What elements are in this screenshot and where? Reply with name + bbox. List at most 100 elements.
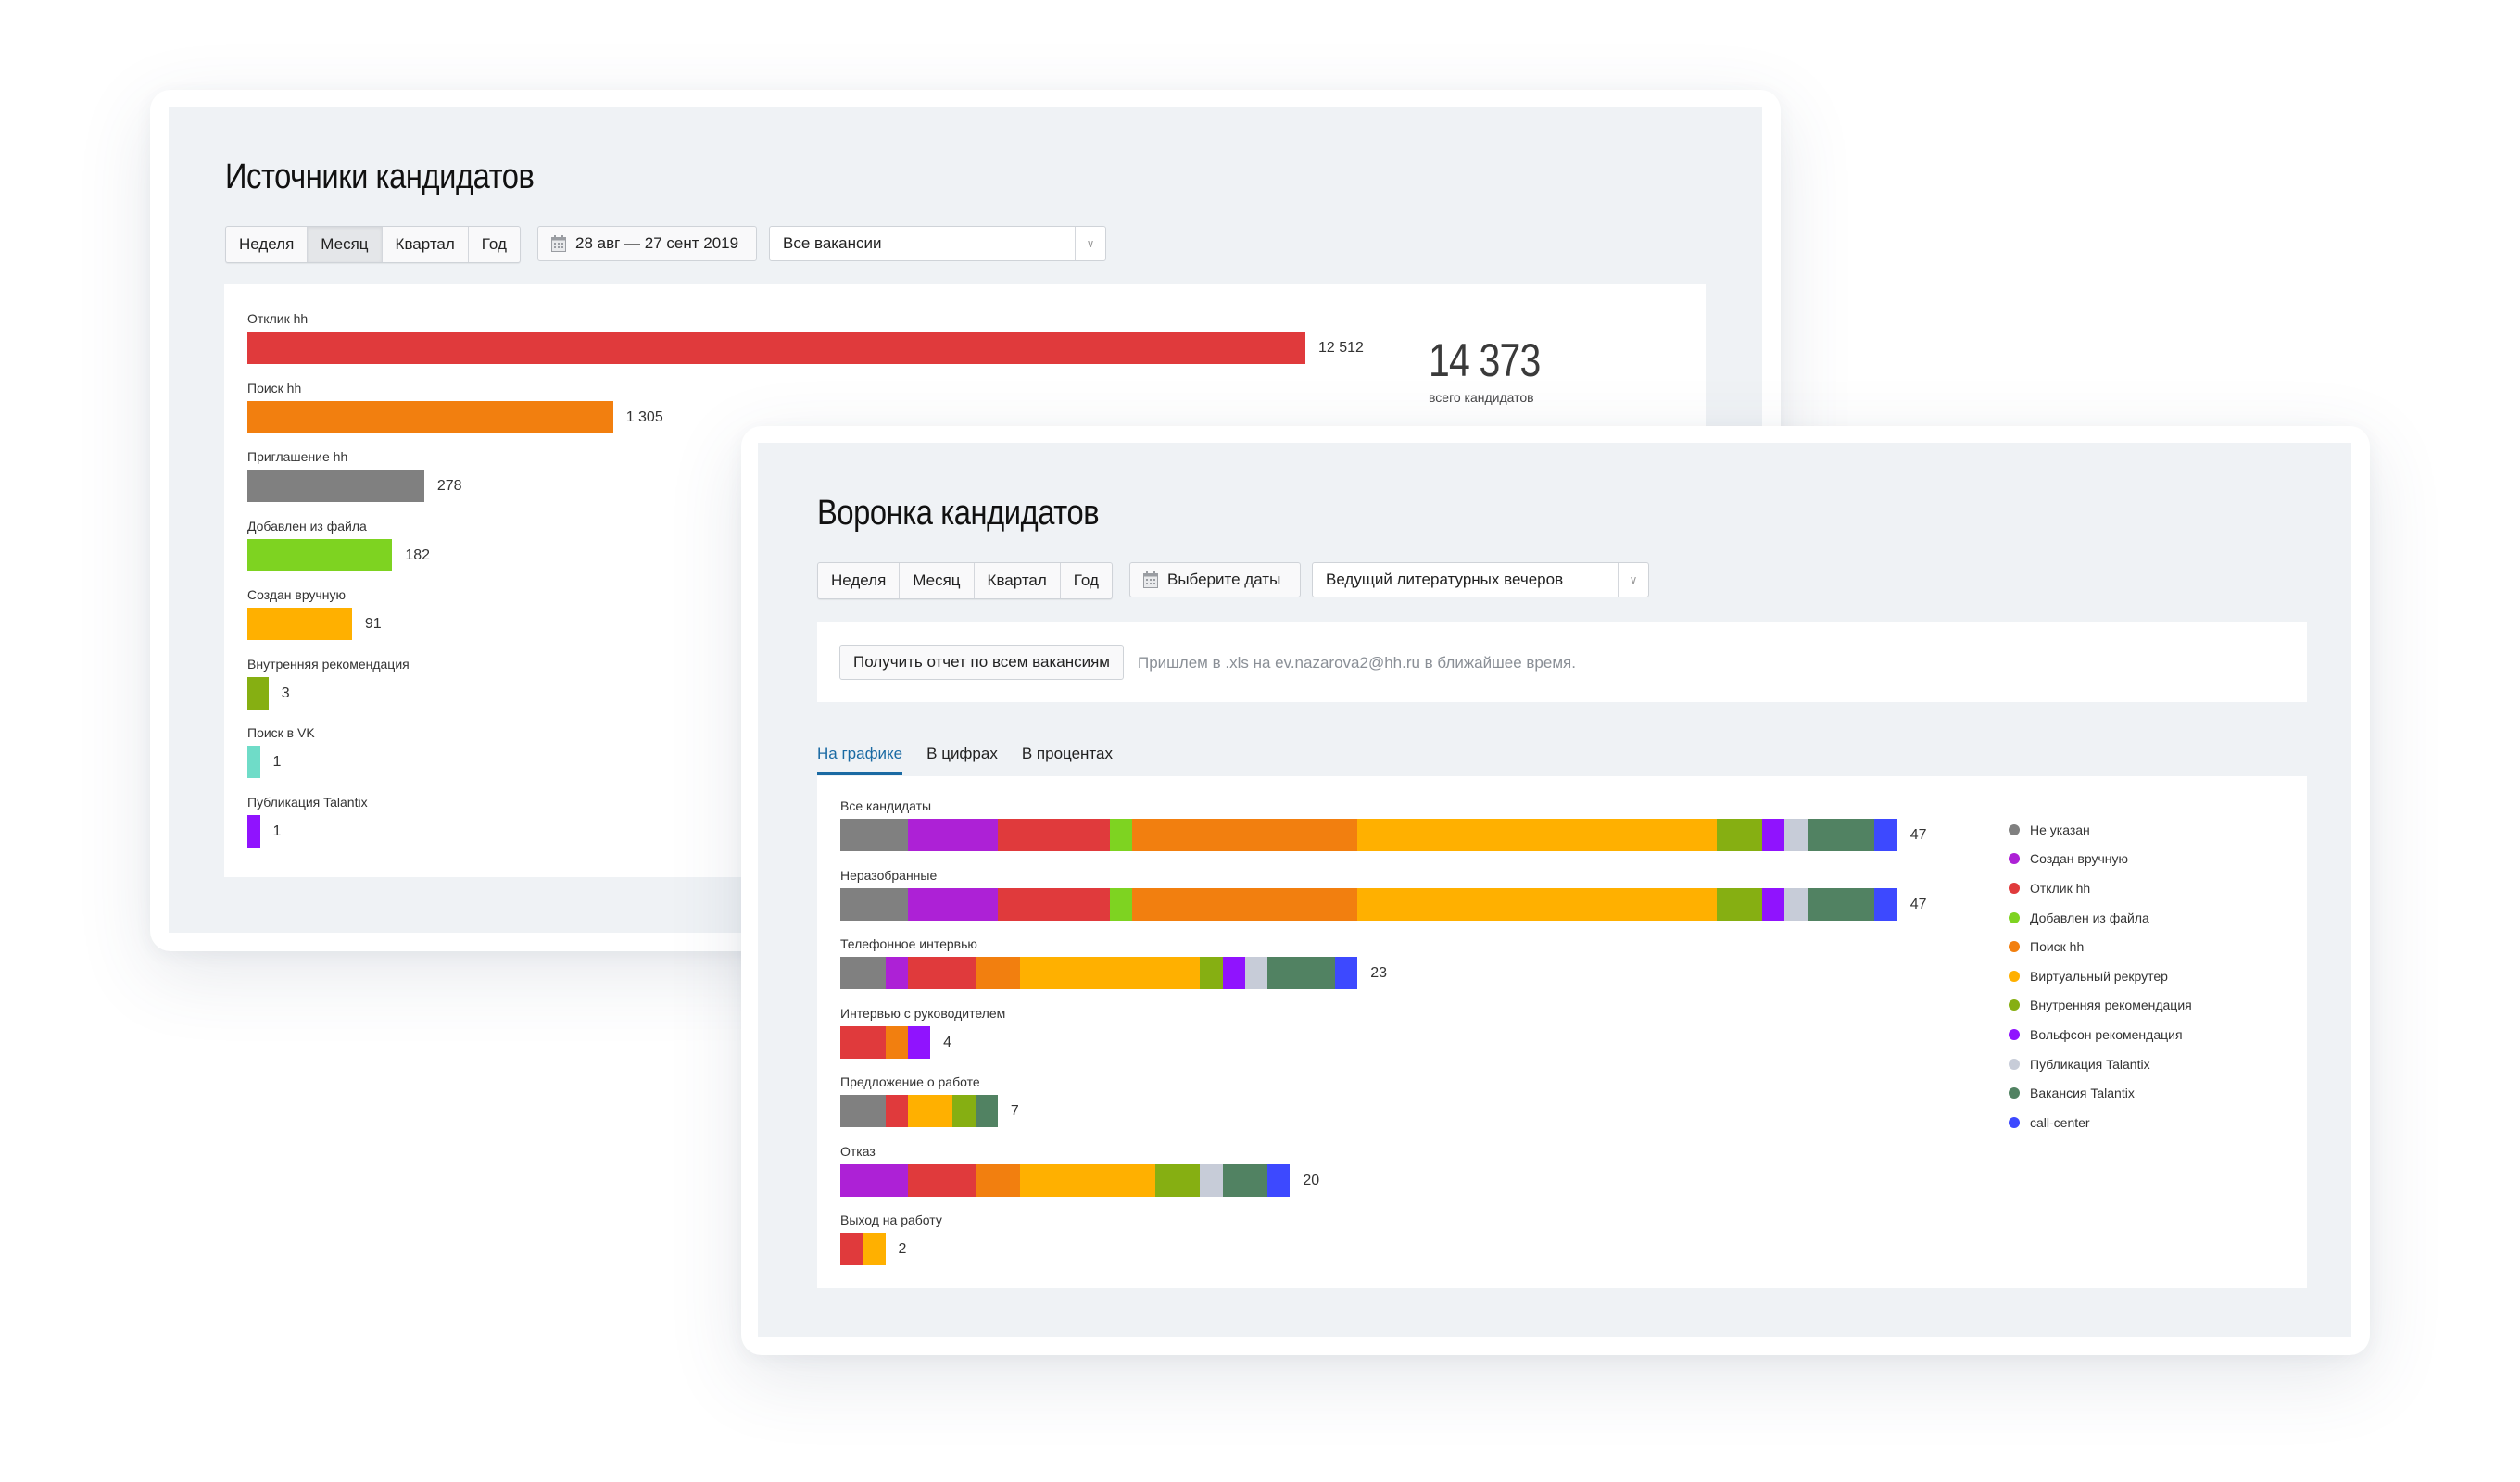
funnel-period-year[interactable]: Год: [1061, 563, 1112, 598]
funnel-bar-segment[interactable]: [1222, 957, 1245, 989]
funnel-bar-segment[interactable]: [1200, 1163, 1223, 1197]
funnel-bar-segment[interactable]: [997, 887, 1111, 921]
funnel-bar-segment[interactable]: [1020, 957, 1201, 989]
funnel-bar-segment[interactable]: [1717, 819, 1763, 851]
funnel-bar-segment[interactable]: [1200, 957, 1223, 989]
funnel-bar-segment[interactable]: [885, 1095, 908, 1127]
funnel-bar-segment[interactable]: [1784, 887, 1808, 921]
funnel-bar-segment[interactable]: [840, 887, 908, 921]
sources-date-range-button[interactable]: 28 авг — 27 сент 2019: [537, 226, 757, 261]
sources-vacancy-select[interactable]: Все вакансии ∨: [769, 226, 1106, 261]
tab-numbers[interactable]: В цифрах: [926, 745, 998, 775]
funnel-stage-bar[interactable]: [840, 1095, 998, 1127]
sources-period-quarter[interactable]: Квартал: [383, 227, 469, 262]
funnel-bar-segment[interactable]: [1874, 819, 1897, 851]
funnel-bar-segment[interactable]: [907, 1095, 953, 1127]
legend-item[interactable]: Виртуальный рекрутер: [2009, 961, 2192, 991]
funnel-bar-segment[interactable]: [1244, 957, 1268, 989]
legend-item[interactable]: Вакансия Talantix: [2009, 1078, 2192, 1108]
chevron-down-icon[interactable]: ∨: [1075, 227, 1105, 260]
tab-chart[interactable]: На графике: [817, 745, 903, 775]
funnel-bar-segment[interactable]: [1807, 887, 1875, 921]
funnel-bar-segment[interactable]: [1762, 819, 1785, 851]
funnel-bar-segment[interactable]: [907, 887, 998, 921]
legend-item[interactable]: call-center: [2009, 1108, 2192, 1137]
legend-item[interactable]: Внутренняя рекомендация: [2009, 991, 2192, 1021]
funnel-bar-segment[interactable]: [840, 819, 908, 851]
funnel-bar-segment[interactable]: [1807, 819, 1875, 851]
funnel-stage-bar[interactable]: [840, 887, 1897, 921]
funnel-bar-segment[interactable]: [997, 819, 1111, 851]
funnel-stage-bar[interactable]: [840, 1025, 931, 1059]
funnel-stage-bar[interactable]: [840, 819, 1897, 851]
funnel-bar-segment[interactable]: [1357, 887, 1718, 921]
legend-item[interactable]: Добавлен из файла: [2009, 903, 2192, 933]
funnel-stage-label: Неразобранные: [840, 867, 938, 883]
funnel-bar-segment[interactable]: [840, 957, 886, 989]
funnel-bar-segment[interactable]: [863, 1233, 886, 1265]
get-report-button[interactable]: Получить отчет по всем вакансиям: [839, 645, 1124, 680]
funnel-bar-segment[interactable]: [1110, 819, 1133, 851]
legend-item[interactable]: Публикация Talantix: [2009, 1049, 2192, 1079]
funnel-bar-segment[interactable]: [1132, 887, 1358, 921]
sources-period-year[interactable]: Год: [469, 227, 520, 262]
funnel-stage-label: Интервью с руководителем: [840, 1005, 1006, 1021]
funnel-bar-segment[interactable]: [1784, 819, 1808, 851]
funnel-bar-segment[interactable]: [1874, 887, 1897, 921]
chevron-down-icon[interactable]: ∨: [1618, 563, 1648, 597]
funnel-bar-segment[interactable]: [885, 957, 908, 989]
funnel-bar-segment[interactable]: [907, 819, 998, 851]
funnel-bar-segment[interactable]: [1154, 1163, 1201, 1197]
funnel-bar-segment[interactable]: [975, 1095, 998, 1127]
source-bar[interactable]: [247, 538, 393, 571]
funnel-bar-segment[interactable]: [952, 1095, 976, 1127]
legend-item[interactable]: Вольфсон рекомендация: [2009, 1020, 2192, 1049]
source-bar[interactable]: [247, 608, 352, 640]
source-bar[interactable]: [247, 746, 260, 778]
funnel-stage-bar[interactable]: [840, 957, 1358, 989]
funnel-stage-bar[interactable]: [840, 1233, 886, 1265]
funnel-bar-segment[interactable]: [1132, 819, 1358, 851]
funnel-bar-segment[interactable]: [1267, 1163, 1291, 1197]
funnel-bar-segment[interactable]: [840, 1163, 908, 1197]
source-bar[interactable]: [247, 332, 1305, 364]
funnel-bar-segment[interactable]: [1222, 1163, 1268, 1197]
funnel-bar-segment[interactable]: [1762, 887, 1785, 921]
legend-dot-icon: [2009, 1058, 2020, 1070]
funnel-bar-segment[interactable]: [975, 957, 1021, 989]
funnel-bar-segment[interactable]: [907, 1163, 976, 1197]
funnel-bar-segment[interactable]: [907, 1025, 931, 1059]
funnel-bar-segment[interactable]: [840, 1095, 886, 1127]
funnel-bar-segment[interactable]: [1020, 1163, 1155, 1197]
funnel-period-month[interactable]: Месяц: [900, 563, 975, 598]
source-bar[interactable]: [247, 814, 260, 848]
source-bar[interactable]: [247, 400, 613, 433]
funnel-bar-segment[interactable]: [840, 1025, 886, 1059]
funnel-bar-segment[interactable]: [1357, 819, 1718, 851]
legend-item[interactable]: Поиск hh: [2009, 932, 2192, 961]
funnel-bar-segment[interactable]: [840, 1233, 863, 1265]
sources-period-week[interactable]: Неделя: [226, 227, 309, 262]
legend-item[interactable]: Не указан: [2009, 815, 2192, 845]
sources-period-month[interactable]: Месяц: [308, 227, 383, 262]
funnel-bar-segment[interactable]: [1267, 957, 1335, 989]
source-bar[interactable]: [247, 470, 424, 502]
legend-item[interactable]: Создан вручную: [2009, 845, 2192, 874]
funnel-bar-segment[interactable]: [1110, 887, 1133, 921]
funnel-bar-segment[interactable]: [885, 1025, 908, 1059]
funnel-stage-bar[interactable]: [840, 1163, 1291, 1197]
source-label: Поиск в VK: [247, 725, 315, 740]
tab-percent[interactable]: В процентах: [1022, 745, 1113, 775]
funnel-bar-segment[interactable]: [1334, 957, 1358, 989]
legend-dot-icon: [2009, 882, 2020, 894]
funnel-bar-segment[interactable]: [1717, 887, 1763, 921]
legend-item[interactable]: Отклик hh: [2009, 873, 2192, 903]
funnel-date-button[interactable]: Выберите даты: [1129, 562, 1301, 597]
funnel-vacancy-select[interactable]: Ведущий литературных вечеров ∨: [1312, 562, 1649, 597]
funnel-period-quarter[interactable]: Квартал: [975, 563, 1061, 598]
funnel-period-week[interactable]: Неделя: [818, 563, 901, 598]
source-bar[interactable]: [247, 676, 269, 710]
funnel-bar-segment[interactable]: [907, 957, 976, 989]
source-value: 3: [281, 684, 290, 701]
funnel-bar-segment[interactable]: [975, 1163, 1021, 1197]
